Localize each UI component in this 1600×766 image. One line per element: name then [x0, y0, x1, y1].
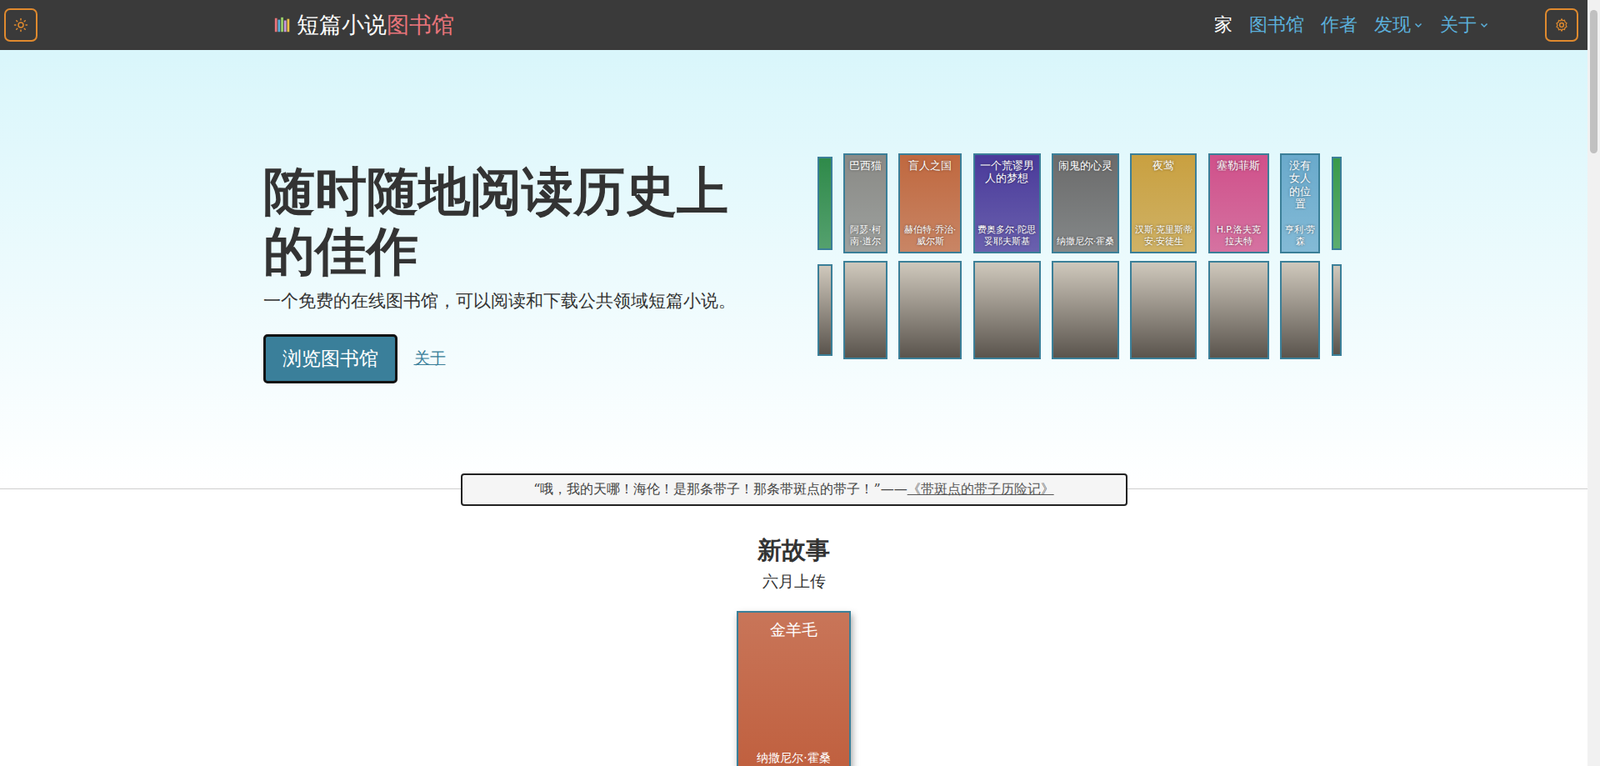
author-portrait[interactable]	[1280, 260, 1320, 360]
logo-text[interactable]: 短篇小说图书馆	[296, 10, 455, 40]
nav-links: 家图书馆作者发现 关于	[1214, 12, 1490, 38]
author-portrait[interactable]	[898, 260, 962, 360]
hero-subtitle: 一个免费的在线图书馆，可以阅读和下载公共领域短篇小说。	[263, 289, 764, 313]
books-logo-icon	[273, 14, 292, 36]
book-cover[interactable]: 塞勒菲斯 H.P.洛夫克拉夫特	[1208, 153, 1270, 254]
new-stories-section: 新故事六月上传金羊毛纳撒尼尔·霍桑	[0, 534, 1588, 766]
scrollbar-thumb[interactable]	[1590, 10, 1598, 154]
theme-toggle-button[interactable]	[4, 8, 38, 42]
cover-title[interactable]: 巴西猫	[849, 159, 882, 173]
cover-author[interactable]: 阿瑟·柯南·道尔	[847, 224, 884, 248]
cover-author[interactable]: 亨利·劳森	[1284, 224, 1316, 248]
author-portrait[interactable]	[817, 264, 833, 356]
hero-title: 随时随地阅读历史上的佳作	[263, 161, 764, 281]
cover-title[interactable]: 一个荒谬男人的梦想	[977, 159, 1037, 185]
cover-author[interactable]: 汉斯·克里斯蒂安·安徒生	[1134, 224, 1193, 248]
cover-title[interactable]: 没有女人的位置	[1284, 159, 1316, 211]
book-cover[interactable]	[817, 156, 833, 250]
cover-title[interactable]: 夜莺	[1152, 159, 1175, 173]
nav-link-label[interactable]: 发现	[1374, 12, 1411, 38]
hero-text: 随时随地阅读历史上的佳作一个免费的在线图书馆，可以阅读和下载公共领域短篇小说。浏…	[263, 161, 764, 384]
story-title[interactable]: 金羊毛	[770, 619, 818, 641]
cover-title[interactable]: 盲人之国	[908, 159, 952, 173]
quote-text: “哦，我的天哪！海伦！是那条带子！那条带斑点的带子！”——	[533, 480, 907, 497]
book-cover[interactable]: 没有女人的位置亨利·劳森	[1280, 153, 1320, 254]
cover-author[interactable]: 纳撒尼尔·霍桑	[1056, 235, 1115, 248]
site-logo[interactable]: 短篇小说图书馆	[273, 10, 455, 40]
book-cover[interactable]: 一个荒谬男人的梦想费奥多尔·陀思妥耶夫斯基	[973, 153, 1041, 254]
navbar: 短篇小说图书馆家图书馆作者发现关于	[0, 0, 1588, 50]
book-cover[interactable]: 闹鬼的心灵纳撒尼尔·霍桑	[1051, 153, 1120, 254]
cover-title[interactable]: 闹鬼的心灵	[1058, 159, 1113, 173]
cover-author[interactable]: 赫伯特·乔治·威尔斯	[902, 224, 958, 248]
book-cover[interactable]: 盲人之国赫伯特·乔治·威尔斯	[898, 153, 962, 254]
logo-main[interactable]: 短篇小说	[296, 11, 387, 38]
nav-link[interactable]: 关于	[1440, 12, 1490, 38]
nav-link-label[interactable]: 家	[1214, 12, 1233, 38]
book-cover[interactable]: 巴西猫阿瑟·柯南·道尔	[843, 153, 888, 254]
browse-library-button[interactable]: 浏览图书馆	[263, 334, 398, 384]
book-cover[interactable]: 夜莺汉斯·克里斯蒂安·安徒生	[1130, 153, 1197, 254]
nav-link[interactable]: 图书馆	[1249, 12, 1305, 38]
cover-row: 巴西猫阿瑟·柯南·道尔盲人之国赫伯特·乔治·威尔斯一个荒谬男人的梦想费奥多尔·陀…	[817, 153, 1342, 254]
author-portrait[interactable]	[843, 260, 888, 360]
story-author[interactable]: 纳撒尼尔·霍桑	[756, 750, 830, 766]
chevron-down-icon	[1479, 20, 1490, 30]
author-portrait[interactable]	[1208, 260, 1270, 360]
cover-title[interactable]: 塞勒菲斯	[1216, 159, 1260, 173]
logo-accent[interactable]: 图书馆	[386, 11, 455, 38]
cover-author[interactable]: H.P.洛夫克拉夫特	[1212, 224, 1265, 248]
quote-bar: “哦，我的天哪！海伦！是那条带子！那条带斑点的带子！”——《带斑点的带子历险记》	[0, 473, 1588, 506]
author-portrait[interactable]	[973, 260, 1041, 360]
cover-carousel: 巴西猫阿瑟·柯南·道尔盲人之国赫伯特·乔治·威尔斯一个荒谬男人的梦想费奥多尔·陀…	[817, 153, 1342, 360]
author-portrait[interactable]	[1331, 264, 1342, 356]
nav-link-label[interactable]: 关于	[1440, 12, 1477, 38]
nav-link[interactable]: 家	[1214, 12, 1233, 38]
nav-link-label[interactable]: 图书馆	[1249, 12, 1305, 38]
book-cover[interactable]	[1331, 156, 1342, 250]
hero-content: 随时随地阅读历史上的佳作一个免费的在线图书馆，可以阅读和下载公共领域短篇小说。浏…	[263, 155, 1342, 384]
quote-source-link[interactable]: 《带斑点的带子历险记》	[907, 480, 1055, 497]
about-link[interactable]: 关于	[414, 347, 446, 370]
gear-icon	[1554, 17, 1570, 33]
nav-link-label[interactable]: 作者	[1320, 12, 1358, 38]
chevron-down-icon	[1413, 20, 1424, 30]
nav-link[interactable]: 发现	[1374, 12, 1424, 38]
section-heading: 新故事	[0, 534, 1588, 568]
section-subheading: 六月上传	[0, 570, 1588, 593]
portrait-row	[817, 260, 1342, 360]
story-list: 金羊毛纳撒尼尔·霍桑	[0, 610, 1588, 766]
story-card[interactable]: 金羊毛纳撒尼尔·霍桑	[736, 610, 851, 766]
nav-link[interactable]: 作者	[1320, 12, 1358, 38]
author-portrait[interactable]	[1130, 260, 1197, 360]
nav-content: 短篇小说图书馆家图书馆作者发现关于	[37, 10, 1545, 40]
settings-button[interactable]	[1545, 8, 1579, 42]
cover-author[interactable]: 费奥多尔·陀思妥耶夫斯基	[977, 224, 1037, 248]
hero-actions: 浏览图书馆关于	[263, 334, 764, 384]
author-portrait[interactable]	[1051, 260, 1120, 360]
scrollbar[interactable]	[1587, 0, 1600, 766]
random-quote: “哦，我的天哪！海伦！是那条带子！那条带斑点的带子！”——《带斑点的带子历险记》	[460, 473, 1128, 506]
hero-section: 随时随地阅读历史上的佳作一个免费的在线图书馆，可以阅读和下载公共领域短篇小说。浏…	[0, 50, 1588, 490]
sun-icon	[13, 17, 29, 33]
